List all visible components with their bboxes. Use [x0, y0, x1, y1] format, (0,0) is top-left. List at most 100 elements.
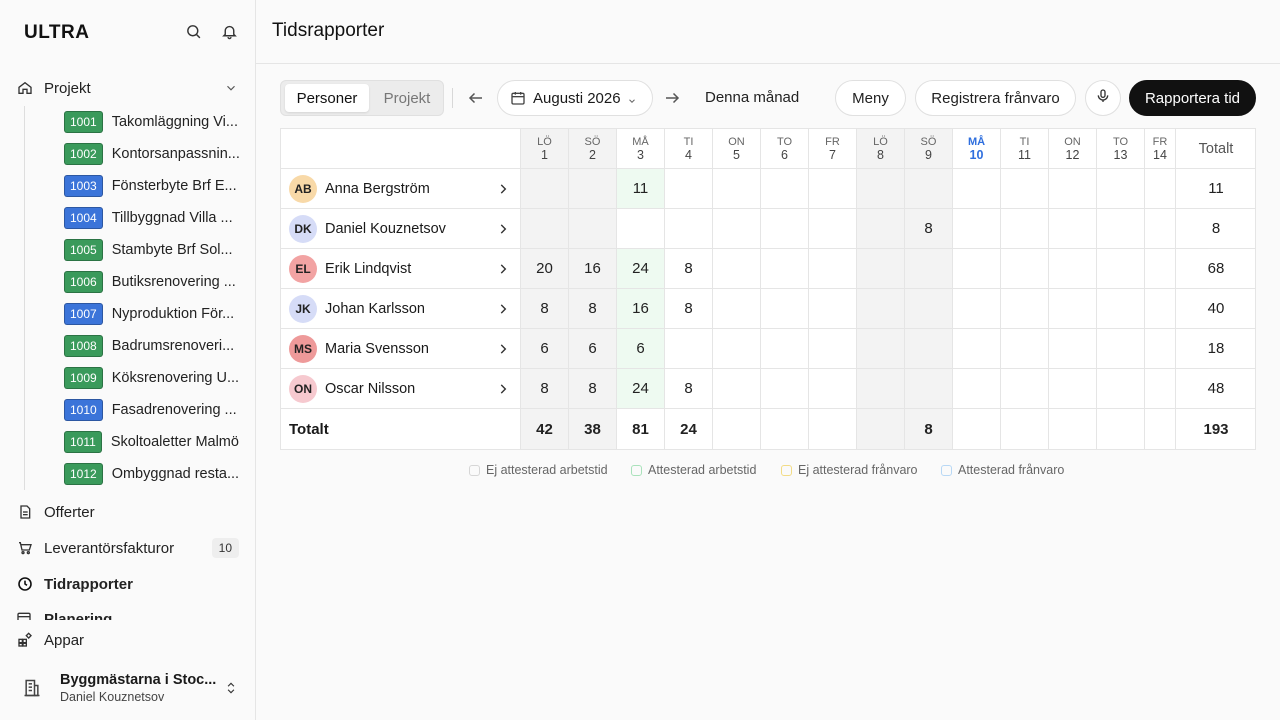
sidebar-item-offers[interactable]: Offerter — [16, 496, 239, 528]
hours-cell[interactable] — [713, 329, 761, 369]
hours-cell[interactable]: 8 — [665, 369, 713, 409]
hours-cell[interactable]: 6 — [521, 329, 569, 369]
person-row-header[interactable]: DK Daniel Kouznetsov — [281, 209, 521, 249]
hours-cell[interactable]: 8 — [905, 209, 953, 249]
hours-cell[interactable] — [1097, 369, 1145, 409]
hours-cell[interactable] — [809, 369, 857, 409]
hours-cell[interactable] — [857, 209, 905, 249]
hours-cell[interactable] — [569, 169, 617, 209]
hours-cell[interactable] — [713, 289, 761, 329]
hours-cell[interactable] — [1001, 249, 1049, 289]
hours-cell[interactable]: 8 — [521, 369, 569, 409]
hours-cell[interactable]: 24 — [617, 369, 665, 409]
hours-cell[interactable] — [905, 369, 953, 409]
hours-cell[interactable] — [953, 289, 1001, 329]
register-absence-button[interactable]: Registrera frånvaro — [915, 80, 1076, 116]
hours-cell[interactable] — [1049, 249, 1097, 289]
hours-cell[interactable] — [1145, 169, 1176, 209]
hours-cell[interactable] — [761, 209, 809, 249]
hours-cell[interactable]: 8 — [665, 289, 713, 329]
sidebar-project-item[interactable]: 1010 Fasadrenovering ... — [64, 394, 237, 426]
sidebar-item-apps[interactable]: Appar — [16, 624, 239, 656]
hours-cell[interactable]: 20 — [521, 249, 569, 289]
hours-cell[interactable] — [809, 329, 857, 369]
seg-persons-button[interactable]: Personer — [285, 84, 369, 112]
hours-cell[interactable] — [521, 169, 569, 209]
sidebar-item-timereports[interactable]: Tidrapporter — [16, 568, 239, 600]
sidebar-project-item[interactable]: 1002 Kontorsanpassnin... — [64, 138, 240, 170]
hours-cell[interactable] — [857, 369, 905, 409]
hours-cell[interactable] — [713, 209, 761, 249]
person-row-header[interactable]: EL Erik Lindqvist — [281, 249, 521, 289]
arrow-left-icon[interactable] — [466, 88, 486, 108]
hours-cell[interactable]: 11 — [617, 169, 665, 209]
menu-button[interactable]: Meny — [835, 80, 906, 116]
hours-cell[interactable] — [1145, 289, 1176, 329]
app-logo[interactable]: ULTRA — [24, 22, 89, 44]
hours-cell[interactable] — [665, 329, 713, 369]
this-month-button[interactable]: Denna månad — [705, 89, 799, 106]
sidebar-project-item[interactable]: 1001 Takomläggning Vi... — [64, 106, 238, 138]
hours-cell[interactable] — [761, 329, 809, 369]
hours-cell[interactable] — [905, 169, 953, 209]
hours-cell[interactable] — [1097, 289, 1145, 329]
hours-cell[interactable] — [1049, 329, 1097, 369]
hours-cell[interactable] — [713, 369, 761, 409]
chevron-down-icon[interactable] — [223, 80, 239, 96]
hours-cell[interactable] — [1145, 329, 1176, 369]
hours-cell[interactable] — [1001, 329, 1049, 369]
hours-cell[interactable] — [713, 169, 761, 209]
hours-cell[interactable] — [953, 329, 1001, 369]
sidebar-project-item[interactable]: 1008 Badrumsrenoveri... — [64, 330, 234, 362]
hours-cell[interactable] — [569, 209, 617, 249]
sidebar-project-item[interactable]: 1004 Tillbyggnad Villa ... — [64, 202, 233, 234]
hours-cell[interactable] — [857, 289, 905, 329]
hours-cell[interactable] — [665, 209, 713, 249]
person-row-header[interactable]: MS Maria Svensson — [281, 329, 521, 369]
hours-cell[interactable] — [1097, 209, 1145, 249]
report-time-button[interactable]: Rapportera tid — [1129, 80, 1256, 116]
hours-cell[interactable]: 8 — [569, 369, 617, 409]
hours-cell[interactable]: 24 — [617, 249, 665, 289]
sidebar-item-planning[interactable]: Planering — [16, 604, 236, 620]
sidebar-project-item[interactable]: 1007 Nyproduktion För... — [64, 298, 234, 330]
hours-cell[interactable]: 8 — [569, 289, 617, 329]
person-row-header[interactable]: ON Oscar Nilsson — [281, 369, 521, 409]
sidebar-project-item[interactable]: 1003 Fönsterbyte Brf E... — [64, 170, 237, 202]
sidebar-project-item[interactable]: 1012 Ombyggnad resta... — [64, 458, 239, 490]
hours-cell[interactable] — [761, 169, 809, 209]
month-picker-button[interactable]: Augusti 2026 — [497, 80, 653, 116]
hours-cell[interactable]: 8 — [665, 249, 713, 289]
hours-cell[interactable] — [665, 169, 713, 209]
hours-cell[interactable] — [1145, 209, 1176, 249]
organization-switcher[interactable]: Byggmästarna i Stoc... Daniel Kouznetsov — [16, 668, 240, 708]
person-row-header[interactable]: AB Anna Bergström — [281, 169, 521, 209]
hours-cell[interactable]: 6 — [617, 329, 665, 369]
hours-cell[interactable] — [953, 249, 1001, 289]
hours-cell[interactable] — [521, 209, 569, 249]
hours-cell[interactable] — [1049, 369, 1097, 409]
hours-cell[interactable] — [953, 209, 1001, 249]
hours-cell[interactable] — [809, 249, 857, 289]
hours-cell[interactable] — [953, 369, 1001, 409]
hours-cell[interactable] — [809, 289, 857, 329]
hours-cell[interactable] — [1049, 169, 1097, 209]
hours-cell[interactable] — [905, 329, 953, 369]
hours-cell[interactable] — [761, 249, 809, 289]
hours-cell[interactable]: 6 — [569, 329, 617, 369]
hours-cell[interactable] — [1001, 289, 1049, 329]
hours-cell[interactable] — [857, 329, 905, 369]
person-row-header[interactable]: JK Johan Karlsson — [281, 289, 521, 329]
hours-cell[interactable] — [1001, 169, 1049, 209]
search-icon[interactable] — [184, 22, 202, 40]
arrow-right-icon[interactable] — [662, 88, 682, 108]
hours-cell[interactable] — [1145, 249, 1176, 289]
sidebar-item-invoices[interactable]: Leverantörsfakturor 10 — [16, 532, 239, 564]
hours-cell[interactable] — [1097, 169, 1145, 209]
chevron-up-down-icon[interactable] — [224, 680, 238, 701]
hours-cell[interactable] — [905, 249, 953, 289]
hours-cell[interactable] — [617, 209, 665, 249]
hours-cell[interactable] — [809, 169, 857, 209]
hours-cell[interactable] — [1049, 289, 1097, 329]
microphone-button[interactable] — [1085, 80, 1121, 116]
